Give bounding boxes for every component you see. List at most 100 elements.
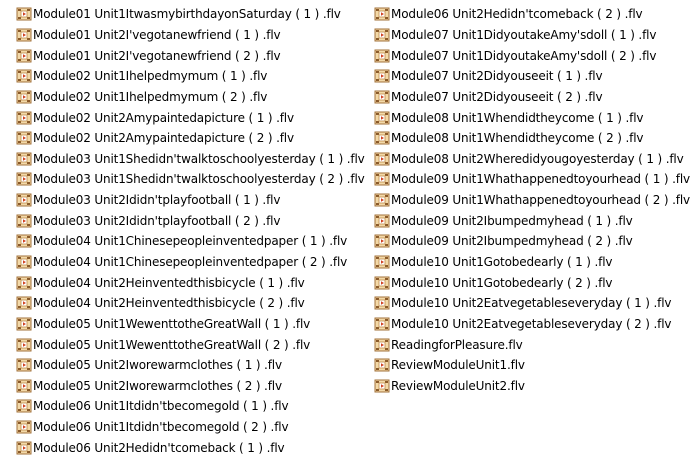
file-item[interactable]: Module10 Unit2Eatvegetableseveryday ( 1 … [374, 293, 694, 314]
flv-video-file-icon [374, 378, 390, 394]
flv-video-file-icon [16, 171, 32, 187]
file-name: Module03 Unit2Ididn'tplayfootball ( 1 ) … [33, 193, 281, 208]
file-item[interactable]: Module01 Unit2I'vegotanewfriend ( 1 ) .f… [16, 25, 366, 46]
flv-video-file-icon [16, 213, 32, 229]
file-item[interactable]: Module02 Unit2Amypaintedapicture ( 2 ) .… [16, 128, 366, 149]
file-item[interactable]: Module02 Unit1Ihelpedmymum ( 1 ) .flv [16, 66, 366, 87]
file-item[interactable]: Module09 Unit2Ibumpedmyhead ( 2 ) .flv [374, 231, 694, 252]
file-name: Module10 Unit1Gotobedearly ( 1 ) .flv [391, 255, 613, 269]
flv-video-file-icon [16, 337, 32, 353]
file-name: Module09 Unit2Ibumpedmyhead ( 1 ) .flv [391, 213, 633, 228]
file-name: Module06 Unit2Hedidn'tcomeback ( 1 ) .fl… [33, 440, 285, 455]
flv-video-file-icon [374, 27, 390, 43]
flv-video-file-icon [374, 295, 390, 311]
file-item[interactable]: Module05 Unit1WewenttotheGreatWall ( 1 )… [16, 314, 366, 335]
file-name: Module10 Unit2Eatvegetableseveryday ( 2 … [391, 316, 672, 331]
file-item[interactable]: Module07 Unit1DidyoutakeAmy'sdoll ( 2 ) … [374, 45, 694, 66]
file-name: ReviewModuleUnit1.flv [391, 358, 525, 373]
file-item[interactable]: Module10 Unit1Gotobedearly ( 2 ) .flv [374, 272, 694, 293]
file-item[interactable]: ReadingforPleasure.flv [374, 334, 694, 355]
file-item[interactable]: Module04 Unit2Heinventedthisbicycle ( 2 … [16, 293, 366, 314]
file-name: Module04 Unit2Heinventedthisbicycle ( 1 … [33, 275, 305, 290]
file-name: Module02 Unit2Amypaintedapicture ( 2 ) .… [33, 131, 294, 146]
file-item[interactable]: Module09 Unit1Whathappenedtoyourhead ( 2… [374, 190, 694, 211]
file-item[interactable]: Module07 Unit2Didyouseeit ( 1 ) .flv [374, 66, 694, 87]
file-name: Module09 Unit1Whathappenedtoyourhead ( 2… [391, 193, 690, 208]
flv-video-file-icon [374, 171, 390, 187]
file-item[interactable]: Module06 Unit2Hedidn'tcomeback ( 1 ) .fl… [16, 437, 366, 458]
file-item[interactable]: Module03 Unit2Ididn'tplayfootball ( 2 ) … [16, 210, 366, 231]
file-name: Module06 Unit2Hedidn'tcomeback ( 2 ) .fl… [391, 7, 643, 22]
file-list-left-column: Module01 Unit1ItwasmybirthdayonSaturday … [16, 4, 366, 458]
file-item[interactable]: Module08 Unit1Whendidtheycome ( 2 ) .flv [374, 128, 694, 149]
flv-video-file-icon [374, 48, 390, 64]
file-name: Module07 Unit2Didyouseeit ( 2 ) .flv [391, 89, 603, 104]
file-name: ReviewModuleUnit2.flv [391, 378, 525, 393]
flv-video-file-icon [16, 27, 32, 43]
file-item[interactable]: Module01 Unit1ItwasmybirthdayonSaturday … [16, 4, 366, 25]
file-name: Module07 Unit2Didyouseeit ( 1 ) .flv [391, 69, 603, 84]
flv-video-file-icon [374, 6, 390, 22]
flv-video-file-icon [16, 130, 32, 146]
flv-video-file-icon [16, 398, 32, 414]
file-item[interactable]: Module04 Unit2Heinventedthisbicycle ( 1 … [16, 272, 366, 293]
file-item[interactable]: ReviewModuleUnit1.flv [374, 355, 694, 376]
file-name: Module01 Unit1ItwasmybirthdayonSaturday … [33, 7, 341, 22]
flv-video-file-icon [16, 89, 32, 105]
file-item[interactable]: Module06 Unit1Itdidn'tbecomegold ( 1 ) .… [16, 396, 366, 417]
flv-video-file-icon [16, 419, 32, 435]
flv-video-file-icon [374, 130, 390, 146]
file-name: Module01 Unit2I'vegotanewfriend ( 2 ) .f… [33, 48, 281, 63]
flv-video-file-icon [374, 233, 390, 249]
file-name: Module06 Unit1Itdidn'tbecomegold ( 1 ) .… [33, 399, 289, 414]
file-item[interactable]: Module06 Unit2Hedidn'tcomeback ( 2 ) .fl… [374, 4, 694, 25]
file-name: Module05 Unit1WewenttotheGreatWall ( 2 )… [33, 337, 311, 352]
flv-video-file-icon [16, 192, 32, 208]
file-item[interactable]: Module03 Unit2Ididn'tplayfootball ( 1 ) … [16, 190, 366, 211]
file-item[interactable]: Module08 Unit2Wheredidyougoyesterday ( 1… [374, 148, 694, 169]
file-name: Module04 Unit1Chinesepeopleinventedpaper… [33, 234, 348, 249]
flv-video-file-icon [16, 254, 32, 270]
file-name: Module04 Unit2Heinventedthisbicycle ( 2 … [33, 296, 305, 311]
file-item[interactable]: ReviewModuleUnit2.flv [374, 376, 694, 397]
file-name: Module01 Unit2I'vegotanewfriend ( 1 ) .f… [33, 27, 281, 42]
file-item[interactable]: Module04 Unit1Chinesepeopleinventedpaper… [16, 252, 366, 273]
flv-video-file-icon [374, 337, 390, 353]
file-item[interactable]: Module02 Unit1Ihelpedmymum ( 2 ) .flv [16, 87, 366, 108]
file-item[interactable]: Module05 Unit1WewenttotheGreatWall ( 2 )… [16, 334, 366, 355]
file-name: Module04 Unit1Chinesepeopleinventedpaper… [33, 255, 348, 269]
file-item[interactable]: Module08 Unit1Whendidtheycome ( 1 ) .flv [374, 107, 694, 128]
file-item[interactable]: Module10 Unit1Gotobedearly ( 1 ) .flv [374, 252, 694, 273]
flv-video-file-icon [374, 89, 390, 105]
flv-video-file-icon [16, 68, 32, 84]
file-item[interactable]: Module04 Unit1Chinesepeopleinventedpaper… [16, 231, 366, 252]
file-item[interactable]: Module09 Unit2Ibumpedmyhead ( 1 ) .flv [374, 210, 694, 231]
file-item[interactable]: Module07 Unit2Didyouseeit ( 2 ) .flv [374, 87, 694, 108]
file-item[interactable]: Module09 Unit1Whathappenedtoyourhead ( 1… [374, 169, 694, 190]
file-item[interactable]: Module10 Unit2Eatvegetableseveryday ( 2 … [374, 314, 694, 335]
flv-video-file-icon [16, 295, 32, 311]
flv-video-file-icon [16, 233, 32, 249]
flv-video-file-icon [374, 192, 390, 208]
flv-video-file-icon [374, 254, 390, 270]
flv-video-file-icon [16, 316, 32, 332]
file-name: Module10 Unit2Eatvegetableseveryday ( 1 … [391, 296, 672, 311]
flv-video-file-icon [374, 357, 390, 373]
file-item[interactable]: Module03 Unit1Shedidn'twalktoschoolyeste… [16, 148, 366, 169]
flv-video-file-icon [16, 378, 32, 394]
flv-video-file-icon [16, 151, 32, 167]
flv-video-file-icon [16, 110, 32, 126]
file-item[interactable]: Module06 Unit1Itdidn'tbecomegold ( 2 ) .… [16, 417, 366, 438]
file-item[interactable]: Module07 Unit1DidyoutakeAmy'sdoll ( 1 ) … [374, 25, 694, 46]
file-name: Module09 Unit2Ibumpedmyhead ( 2 ) .flv [391, 234, 633, 249]
file-list-right-column: Module06 Unit2Hedidn'tcomeback ( 2 ) .fl… [374, 4, 694, 396]
file-name: Module05 Unit2Iworewarmclothes ( 2 ) .fl… [33, 378, 282, 393]
file-item[interactable]: Module05 Unit2Iworewarmclothes ( 2 ) .fl… [16, 376, 366, 397]
file-name: Module06 Unit1Itdidn'tbecomegold ( 2 ) .… [33, 420, 289, 435]
flv-video-file-icon [16, 6, 32, 22]
flv-video-file-icon [374, 275, 390, 291]
file-item[interactable]: Module02 Unit2Amypaintedapicture ( 1 ) .… [16, 107, 366, 128]
file-item[interactable]: Module03 Unit1Shedidn'twalktoschoolyeste… [16, 169, 366, 190]
file-item[interactable]: Module01 Unit2I'vegotanewfriend ( 2 ) .f… [16, 45, 366, 66]
file-item[interactable]: Module05 Unit2Iworewarmclothes ( 1 ) .fl… [16, 355, 366, 376]
